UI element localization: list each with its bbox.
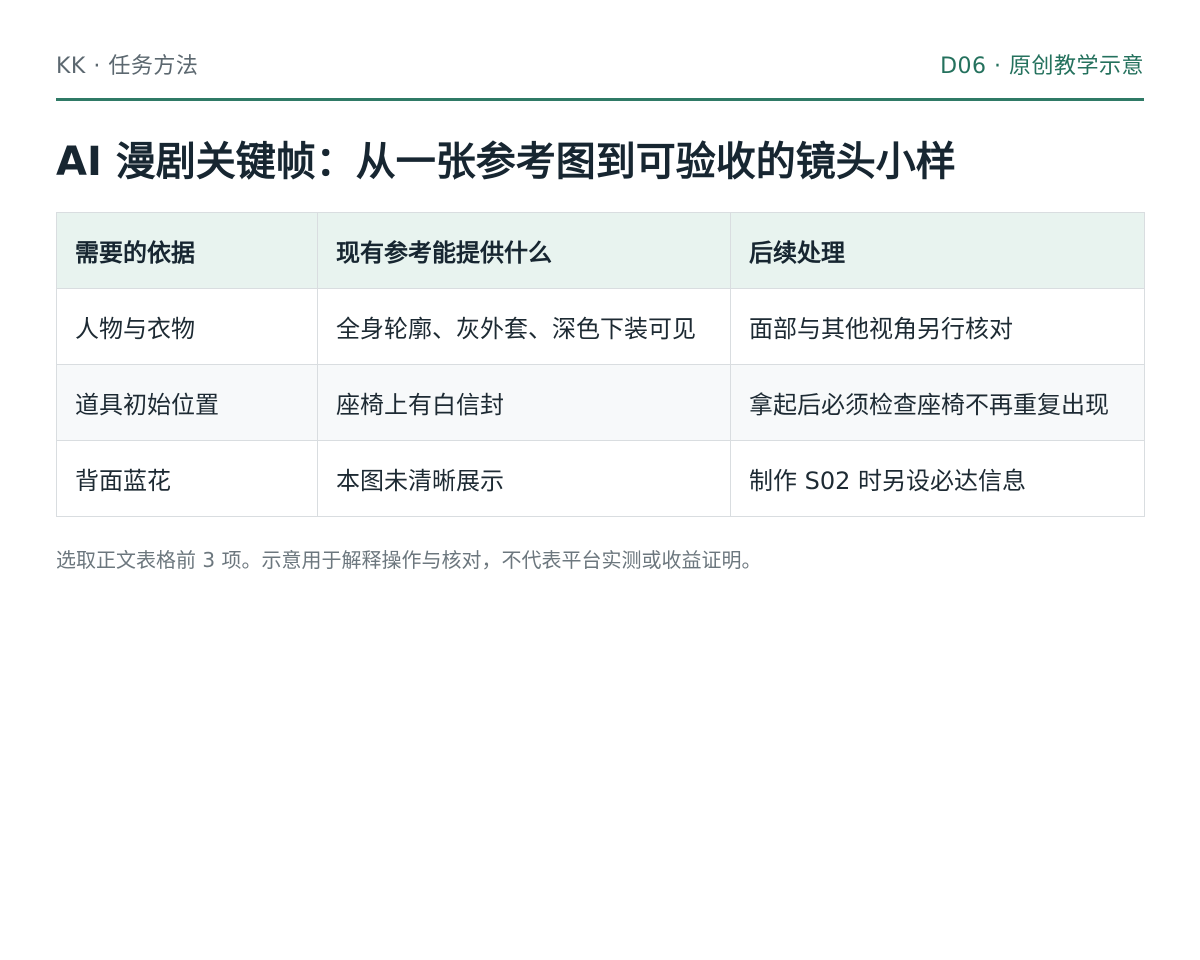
top-bar: KK · 任务方法 D06 · 原创教学示意 — [56, 42, 1144, 86]
page-title: AI 漫剧关键帧：从一张参考图到可验收的镜头小样 — [56, 139, 956, 185]
page: KK · 任务方法 D06 · 原创教学示意 AI 漫剧关键帧：从一张参考图到可… — [0, 0, 1200, 960]
table-cell: 拿起后必须检查座椅不再重复出现 — [730, 364, 1145, 441]
table-cell: 道具初始位置 — [56, 364, 318, 441]
table-cell: 本图未清晰展示 — [317, 440, 731, 517]
table-cell: 制作 S02 时另设必达信息 — [730, 440, 1145, 517]
table-cell: 全身轮廓、灰外套、深色下装可见 — [317, 288, 731, 365]
header-divider — [56, 98, 1144, 101]
table-cell: 座椅上有白信封 — [317, 364, 731, 441]
brand-label: KK · 任务方法 — [56, 54, 199, 79]
table-header-row: 需要的依据 现有参考能提供什么 后续处理 — [56, 212, 1145, 289]
column-header-reference: 现有参考能提供什么 — [317, 212, 731, 289]
table-row: 人物与衣物 全身轮廓、灰外套、深色下装可见 面部与其他视角另行核对 — [56, 288, 1145, 365]
table-row: 背面蓝花 本图未清晰展示 制作 S02 时另设必达信息 — [56, 440, 1145, 517]
column-header-followup: 后续处理 — [730, 212, 1145, 289]
section-tag: D06 · 原创教学示意 — [940, 54, 1144, 79]
table-cell: 背面蓝花 — [56, 440, 318, 517]
table-row: 道具初始位置 座椅上有白信封 拿起后必须检查座椅不再重复出现 — [56, 364, 1145, 441]
column-header-basis: 需要的依据 — [56, 212, 318, 289]
reference-table: 需要的依据 现有参考能提供什么 后续处理 人物与衣物 全身轮廓、灰外套、深色下装… — [56, 212, 1145, 517]
table-cell: 面部与其他视角另行核对 — [730, 288, 1145, 365]
footnote: 选取正文表格前 3 项。示意用于解释操作与核对，不代表平台实测或收益证明。 — [56, 548, 762, 572]
table-cell: 人物与衣物 — [56, 288, 318, 365]
